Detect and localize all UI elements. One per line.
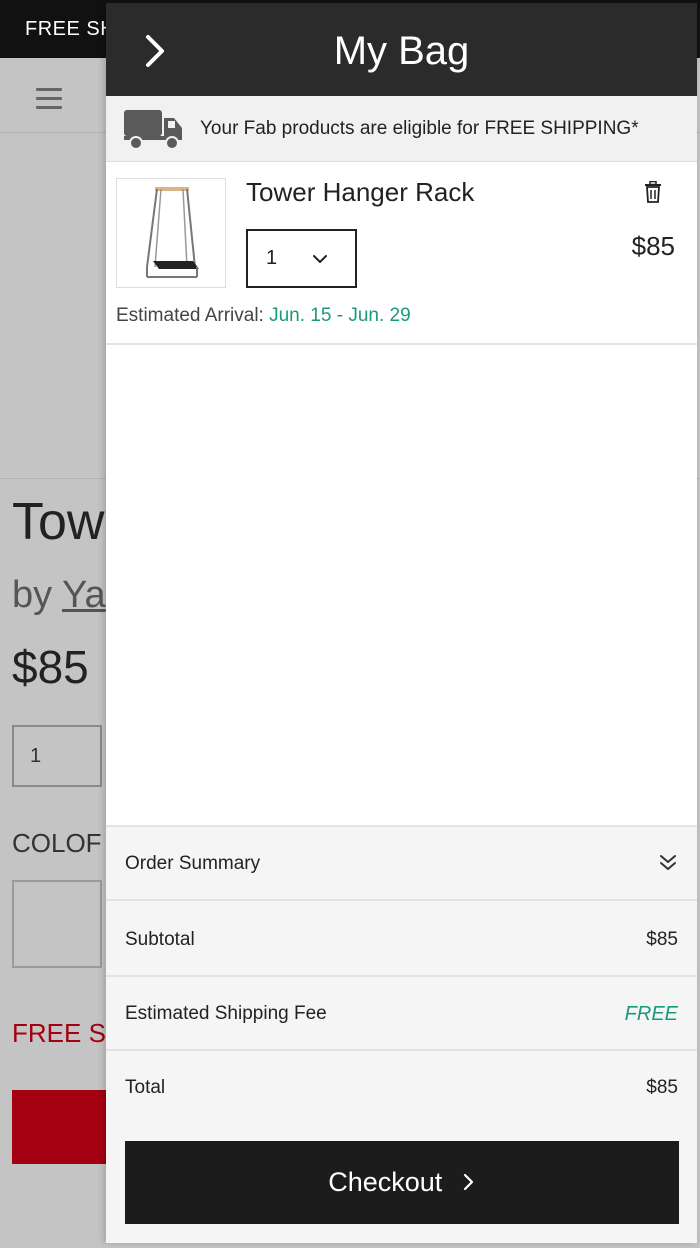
shipping-fee-value: FREE [624,1003,678,1025]
checkout-label: Checkout [328,1167,443,1197]
truck-icon [124,110,182,150]
close-drawer-button[interactable] [136,31,176,71]
checkout-button[interactable]: Checkout [125,1141,679,1224]
estimated-arrival: Estimated Arrival: Jun. 15 - Jun. 29 [116,305,411,327]
order-summary-panel: Order Summary Subtotal $85 Estimated Shi… [106,825,697,1243]
hanger-rack-image [146,187,199,278]
shipping-fee-label: Estimated Shipping Fee [125,1003,327,1024]
color-label: COLOF [12,828,102,858]
order-summary-header[interactable]: Order Summary [106,827,697,901]
arrival-label: Estimated Arrival: [116,305,264,326]
product-qty-field: 1 [12,725,102,787]
item-price: $85 [631,231,675,261]
bag-item: Tower Hanger Rack 1 $85 Estimated Arriva… [106,163,697,345]
hamburger-menu-icon [36,88,62,115]
quantity-select[interactable]: 1 [246,229,357,288]
total-label: Total [125,1077,166,1098]
quantity-value: 1 [266,247,278,269]
drawer-header: My Bag [106,3,697,96]
drawer-title: My Bag [333,29,470,73]
chevron-right-icon [146,35,164,67]
checkout-button-content: Checkout [125,1141,679,1224]
total-value: $85 [646,1077,678,1098]
total-row: Total $85 [106,1051,697,1123]
double-chevron-down-icon [660,855,676,870]
product-price: $85 [12,641,89,693]
subtotal-value: $85 [646,929,678,950]
bag-drawer: My Bag Your Fab products are eligible fo… [106,3,697,1243]
shipping-notice-bar: Your Fab products are eligible for FREE … [106,96,697,162]
shipping-fee-row: Estimated Shipping Fee FREE [106,977,697,1051]
arrival-dates: Jun. 15 - Jun. 29 [269,305,411,326]
chevron-right-icon [463,1173,473,1190]
product-brand: by Ya [12,574,106,616]
chevron-down-icon [313,255,327,263]
subtotal-label: Subtotal [125,929,195,950]
add-to-bag-button [12,1090,112,1164]
shipping-notice-text: Your Fab products are eligible for FREE … [200,118,639,139]
product-title: Tow [12,493,105,551]
color-swatch [12,880,102,968]
trash-icon[interactable] [643,181,663,203]
subtotal-row: Subtotal $85 [106,903,697,977]
product-thumbnail[interactable] [116,178,226,288]
order-summary-title: Order Summary [125,853,261,874]
item-name[interactable]: Tower Hanger Rack [246,177,474,208]
